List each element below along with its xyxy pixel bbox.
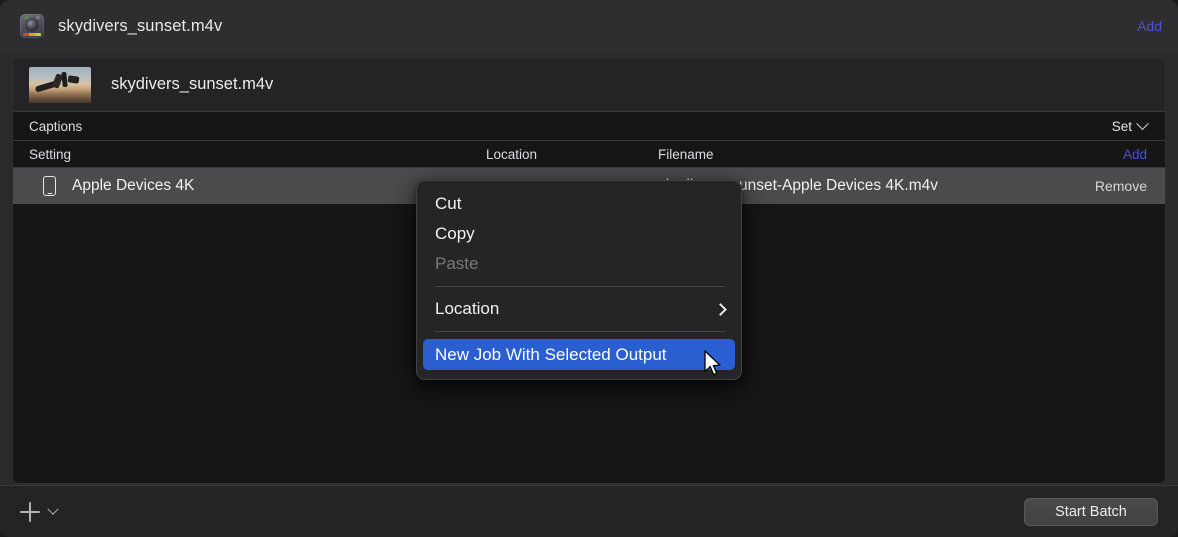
source-file-row[interactable]: skydivers_sunset.m4v [13, 58, 1165, 112]
output-add-button[interactable]: Add [1123, 147, 1147, 162]
captions-label: Captions [29, 119, 82, 134]
output-table-header: Setting Location Filename Add [13, 141, 1165, 168]
captions-set-label: Set [1112, 119, 1132, 134]
compressor-window: skydivers_sunset.m4v Add skydivers_sunse… [0, 0, 1178, 537]
app-icon-color-stripe [23, 33, 41, 36]
context-menu-item-cut[interactable]: Cut [417, 189, 741, 219]
output-remove-button[interactable]: Remove [1095, 178, 1147, 194]
bottom-toolbar: Start Batch [0, 485, 1178, 537]
app-icon-detail-right [36, 16, 40, 19]
context-menu-separator-1 [435, 286, 725, 287]
start-batch-button[interactable]: Start Batch [1024, 498, 1158, 526]
context-menu-item-new-job-with-selected-output[interactable]: New Job With Selected Output [423, 339, 735, 370]
chevron-right-icon [714, 303, 727, 316]
context-menu-separator-2 [435, 331, 725, 332]
context-menu-item-location-label: Location [435, 299, 499, 319]
app-icon-detail-left [24, 16, 29, 19]
thumbnail-sun-dot [73, 94, 76, 96]
app-icon-lens [27, 20, 38, 31]
chevron-down-icon [47, 503, 58, 514]
column-header-setting: Setting [29, 147, 71, 162]
window-title: skydivers_sunset.m4v [58, 17, 222, 36]
captions-set-popup[interactable]: Set [1112, 119, 1147, 134]
compressor-app-icon [20, 14, 44, 38]
context-menu-item-paste: Paste [417, 249, 741, 279]
context-menu: Cut Copy Paste Location New Job With Sel… [416, 180, 742, 380]
source-filename: skydivers_sunset.m4v [111, 75, 273, 94]
chevron-down-icon [1136, 117, 1149, 130]
column-header-filename: Filename [658, 147, 714, 162]
titlebar-add-button[interactable]: Add [1137, 18, 1162, 34]
column-header-location: Location [486, 147, 537, 162]
context-menu-item-copy[interactable]: Copy [417, 219, 741, 249]
window-titlebar: skydivers_sunset.m4v Add [0, 0, 1178, 52]
context-menu-item-location[interactable]: Location [417, 294, 741, 324]
thumbnail-skydiver-3 [61, 71, 68, 86]
add-job-button[interactable] [20, 502, 57, 522]
device-phone-icon [43, 176, 56, 196]
captions-bar: Captions Set [13, 112, 1165, 141]
plus-icon [20, 502, 40, 522]
source-thumbnail [29, 67, 91, 103]
thumbnail-skydiver-4 [68, 75, 80, 83]
output-setting-name: Apple Devices 4K [72, 177, 194, 195]
